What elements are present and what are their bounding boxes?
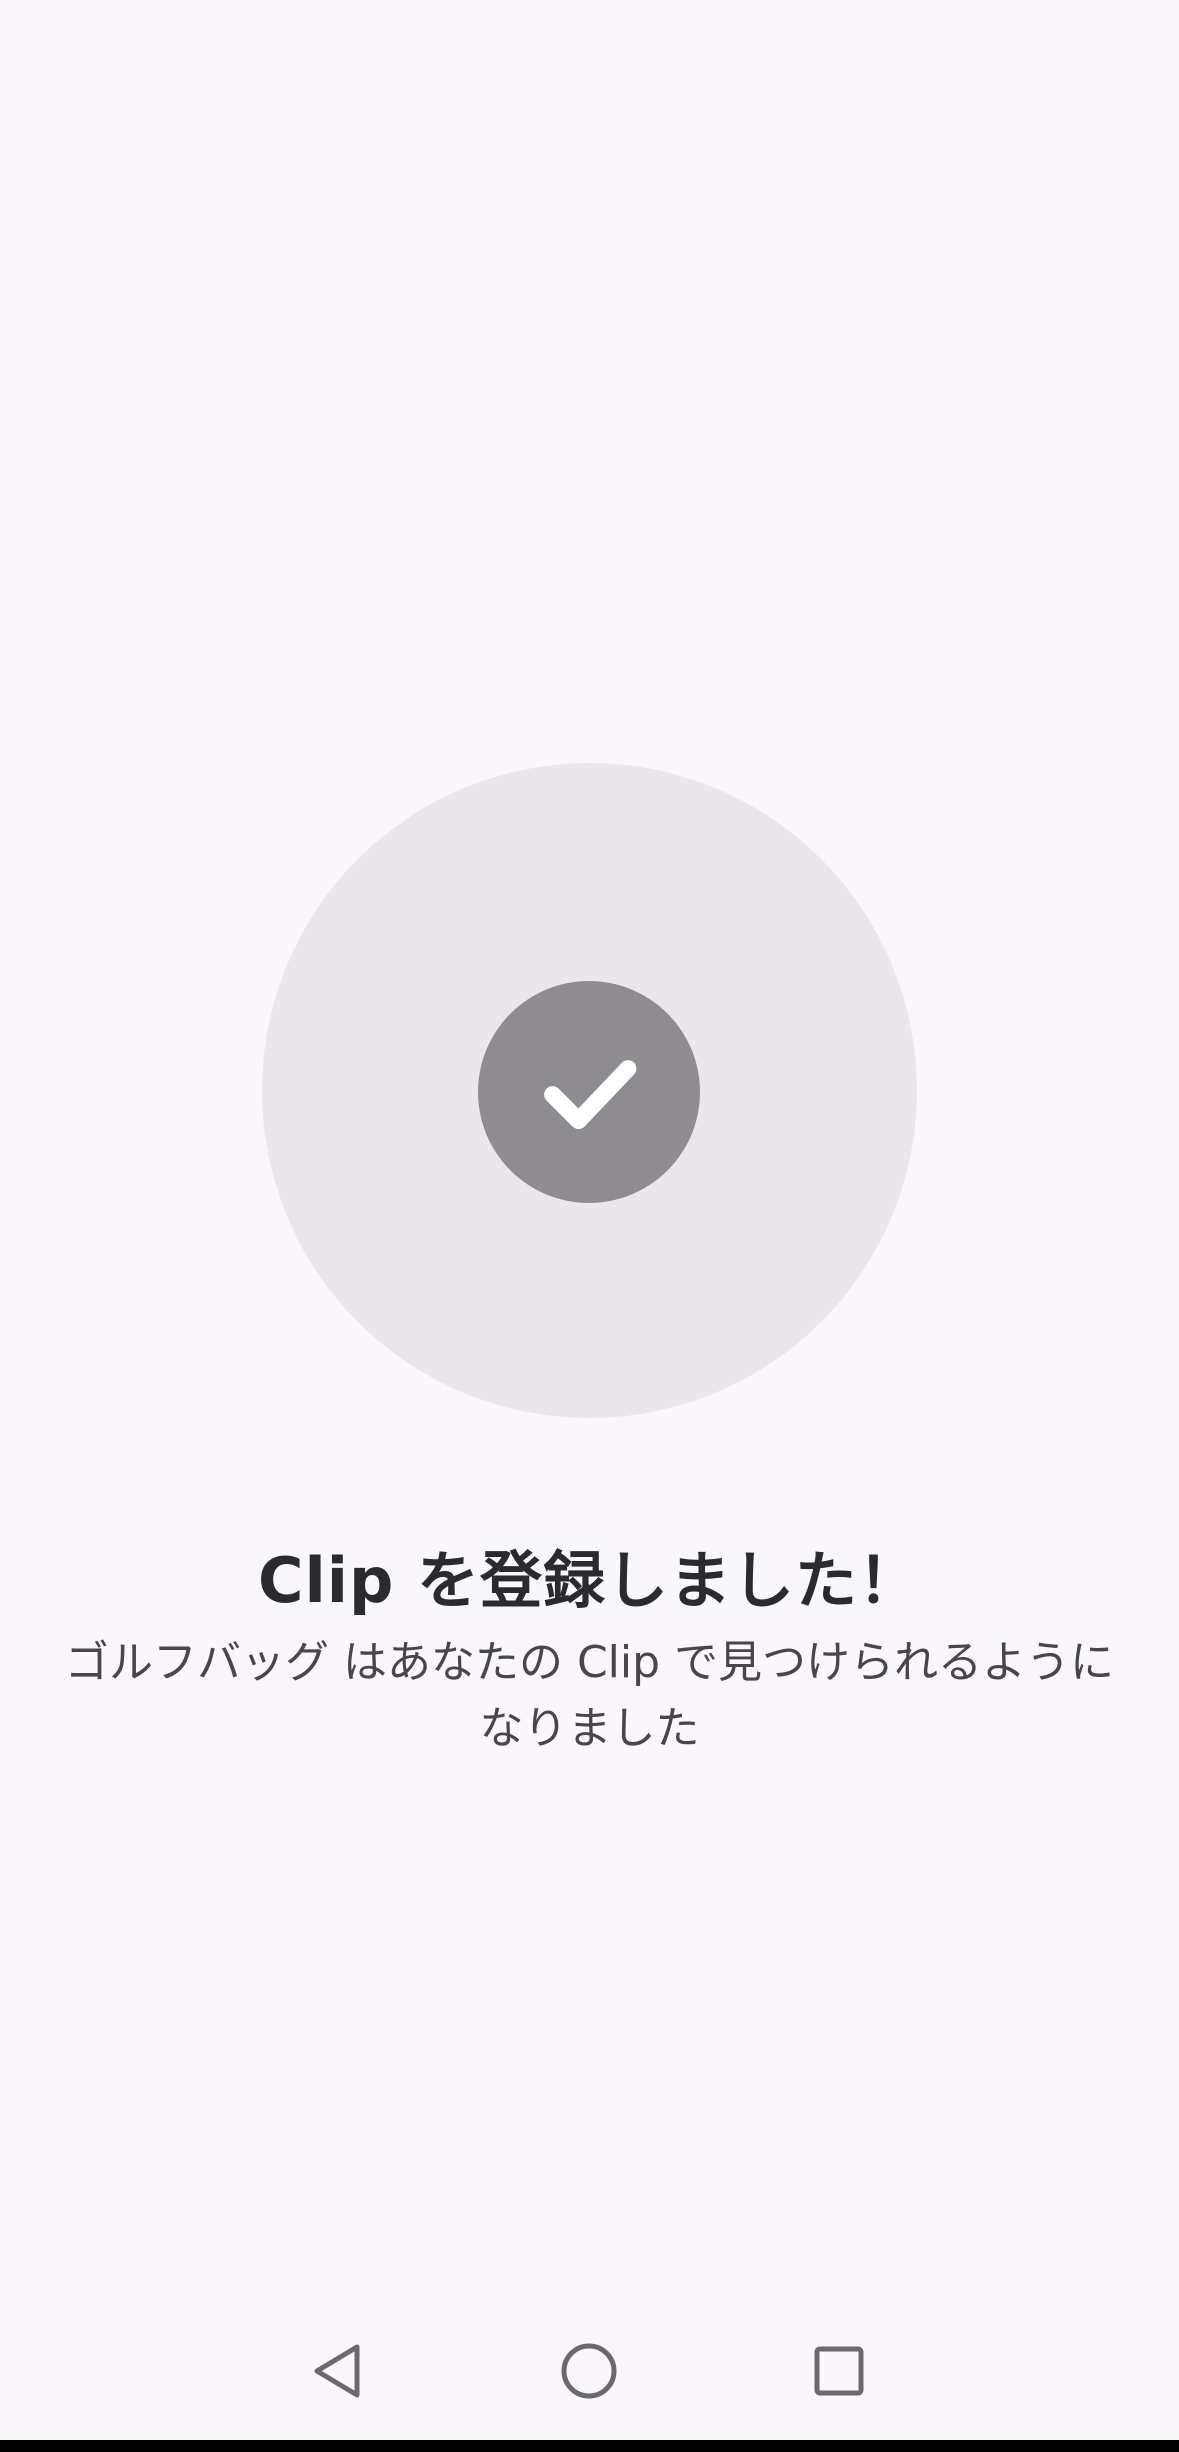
back-triangle-icon — [314, 2344, 360, 2398]
success-content: Clip を登録しました！ ゴルフバッグ はあなたの Clip で見つけられるよ… — [0, 0, 1179, 2452]
recent-apps-square-icon — [814, 2346, 864, 2396]
system-bottom-bar — [0, 2440, 1179, 2452]
nav-home-button[interactable] — [558, 2340, 620, 2402]
home-circle-icon — [561, 2343, 617, 2399]
check-icon — [544, 1060, 637, 1130]
nav-recent-apps-button[interactable] — [808, 2340, 870, 2402]
success-badge-inner — [478, 981, 700, 1203]
success-title: Clip を登録しました！ — [258, 1544, 921, 1617]
success-message: ゴルフバッグ はあなたの Clip で見つけられるように なりました — [64, 1637, 1115, 1754]
nav-back-button[interactable] — [306, 2340, 368, 2402]
registration-success-screen: Clip を登録しました！ ゴルフバッグ はあなたの Clip で見つけられるよ… — [0, 0, 1179, 2452]
